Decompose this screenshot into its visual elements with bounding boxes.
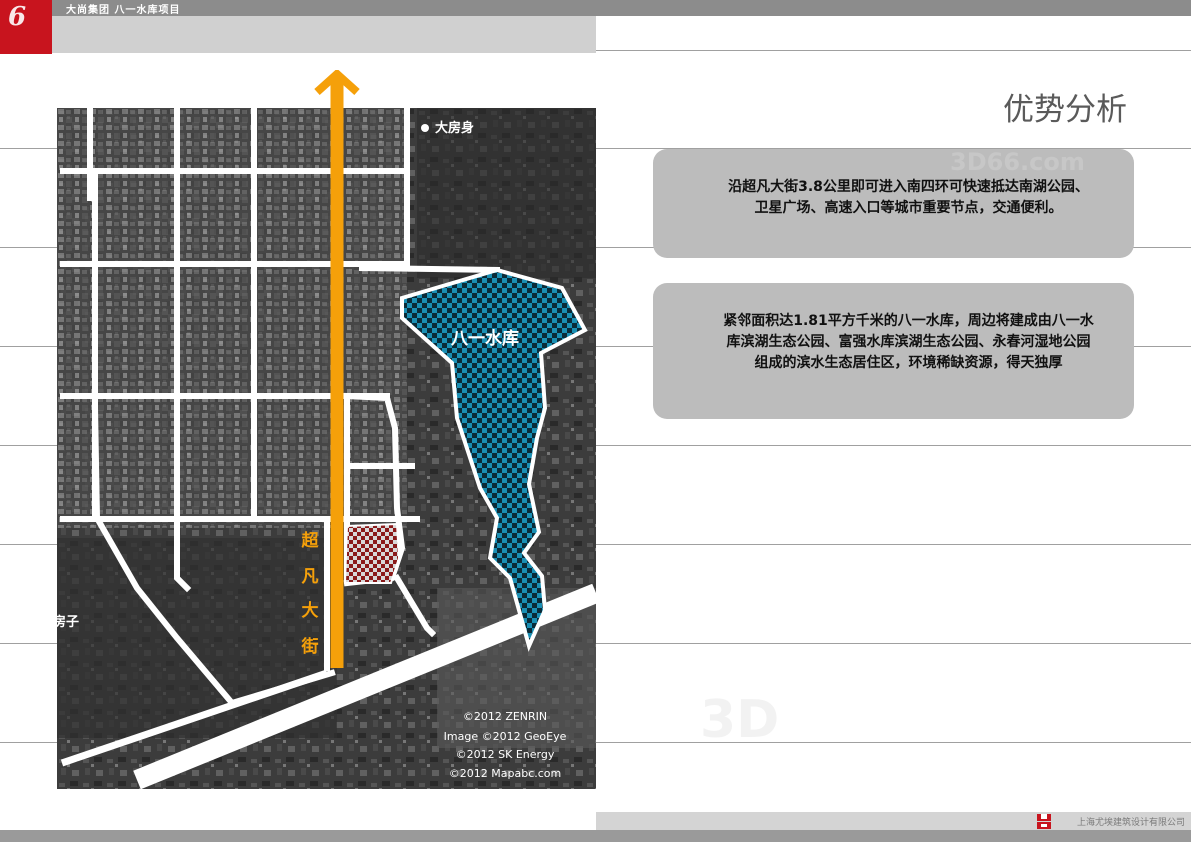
map-credit: ©2012 ZENRIN [463, 710, 547, 723]
street-label-char: 超 [302, 530, 320, 551]
advantage-card-environment: 紧邻面积达1.81平方千米的八一水库，周边将建成由八一水库滨湖生态公园、富强水库… [653, 283, 1134, 419]
divider-line [0, 445, 57, 446]
project-site [343, 522, 401, 584]
divider-line [596, 50, 1191, 51]
advantage-card-transport: 沿超凡大街3.8公里即可进入南四环可快速抵达南湖公园、卫星广场、高速入口等城市重… [653, 149, 1134, 258]
divider-line [0, 544, 57, 545]
divider-line [0, 247, 57, 248]
arrowhead-icon [314, 70, 360, 110]
divider-line [0, 643, 57, 644]
divider-line [0, 148, 57, 149]
divider-line [596, 742, 1191, 743]
street-label-char: 凡 [302, 567, 319, 587]
map-credit: ©2012 SK Energy [456, 748, 555, 761]
footer-strip [0, 830, 1191, 842]
street-label-char: 大 [302, 600, 319, 621]
sub-bar [52, 16, 596, 53]
divider-line [596, 445, 1191, 446]
card-text: 紧邻面积达1.81平方千米的八一水库，周边将建成由八一水库滨湖生态公园、富强水库… [723, 313, 1094, 371]
divider-line [596, 643, 1191, 644]
place-label: 大房身 [435, 120, 474, 136]
watermark: 3D [700, 690, 780, 750]
company-logo-icon [1037, 814, 1051, 829]
satellite-map: 八一水库 大房身 房子 超 凡 大 街 绕城高速 ©2012 ZENRIN Im… [57, 108, 596, 789]
page-title: 优势分析 [1003, 92, 1127, 128]
street-label-char: 街 [301, 636, 319, 657]
place-label: 房子 [57, 614, 79, 630]
divider-line [596, 544, 1191, 545]
divider-line [0, 742, 57, 743]
divider-line [0, 346, 57, 347]
place-marker-icon [421, 124, 429, 132]
reservoir-label: 八一水库 [451, 328, 519, 349]
card-text: 沿超凡大街3.8公里即可进入南四环可快速抵达南湖公园、卫星广场、高速入口等城市重… [728, 179, 1089, 216]
map-credit: ©2012 Mapabc.com [449, 767, 561, 780]
company-name: 上海尤埃建筑设计有限公司 [1076, 818, 1185, 828]
map-credit: Image ©2012 GeoEye [444, 730, 567, 743]
breadcrumb: 大尚集团 八一水库项目 [66, 5, 181, 16]
brand-logo: 6 [0, 0, 52, 54]
